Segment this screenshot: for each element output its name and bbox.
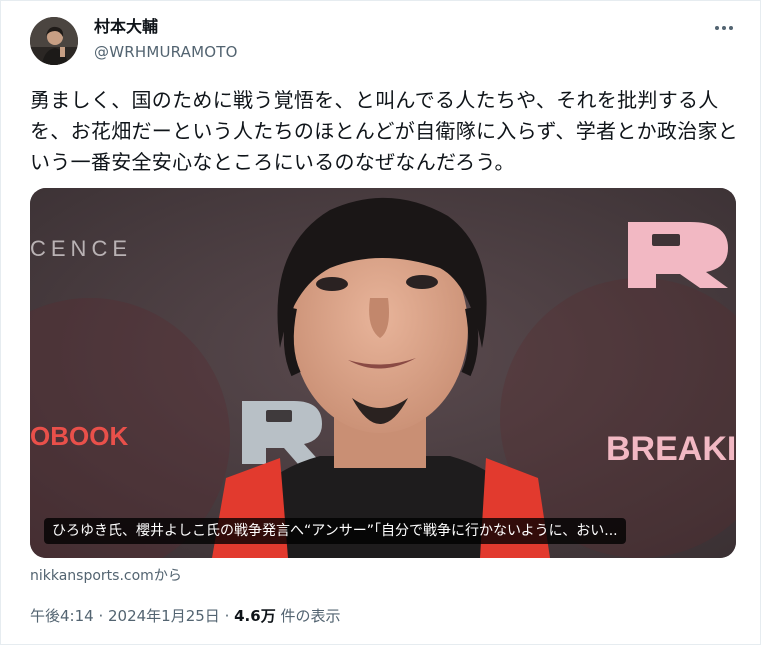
tweet-meta: 午後4:14 · 2024年1月25日 · 4.6万 件の表示 [30,605,340,627]
card-source[interactable]: nikkansports.comから [30,566,182,586]
avatar[interactable] [30,17,78,65]
views-count: 4.6万 [234,607,276,625]
tweet-container: 村本大輔 @WRHMURAMOTO 勇ましく、国のために戦う覚悟を、と叫んでる人… [0,0,761,645]
tweet-text: 勇ましく、国のために戦う覚悟を、と叫んでる人たちや、それを批判する人を、お花畑だ… [30,88,739,174]
backdrop-text-breakin: BREAKIN [606,430,736,468]
backdrop-text-obook: OBOOK [30,421,128,451]
avatar-image [30,17,78,65]
tweet-time[interactable]: 午後4:14 [30,607,94,625]
tweet-date[interactable]: 2024年1月25日 [108,607,220,625]
card-image: CENCE OBOOK BREAKIN [30,188,736,558]
author-handle[interactable]: @WRHMURAMOTO [94,41,238,63]
card-caption: ひろゆき氏、櫻井よしこ氏の戦争発言へ“アンサー”「自分で戦争に行かないように、お… [44,518,626,544]
link-card[interactable]: CENCE OBOOK BREAKIN [30,188,736,558]
meta-separator: · [93,607,108,625]
views-label: 件の表示 [275,607,341,625]
author-name[interactable]: 村本大輔 [94,16,158,38]
more-options-icon[interactable] [709,15,739,41]
meta-separator: · [219,607,235,625]
backdrop-text-cence: CENCE [30,236,132,261]
